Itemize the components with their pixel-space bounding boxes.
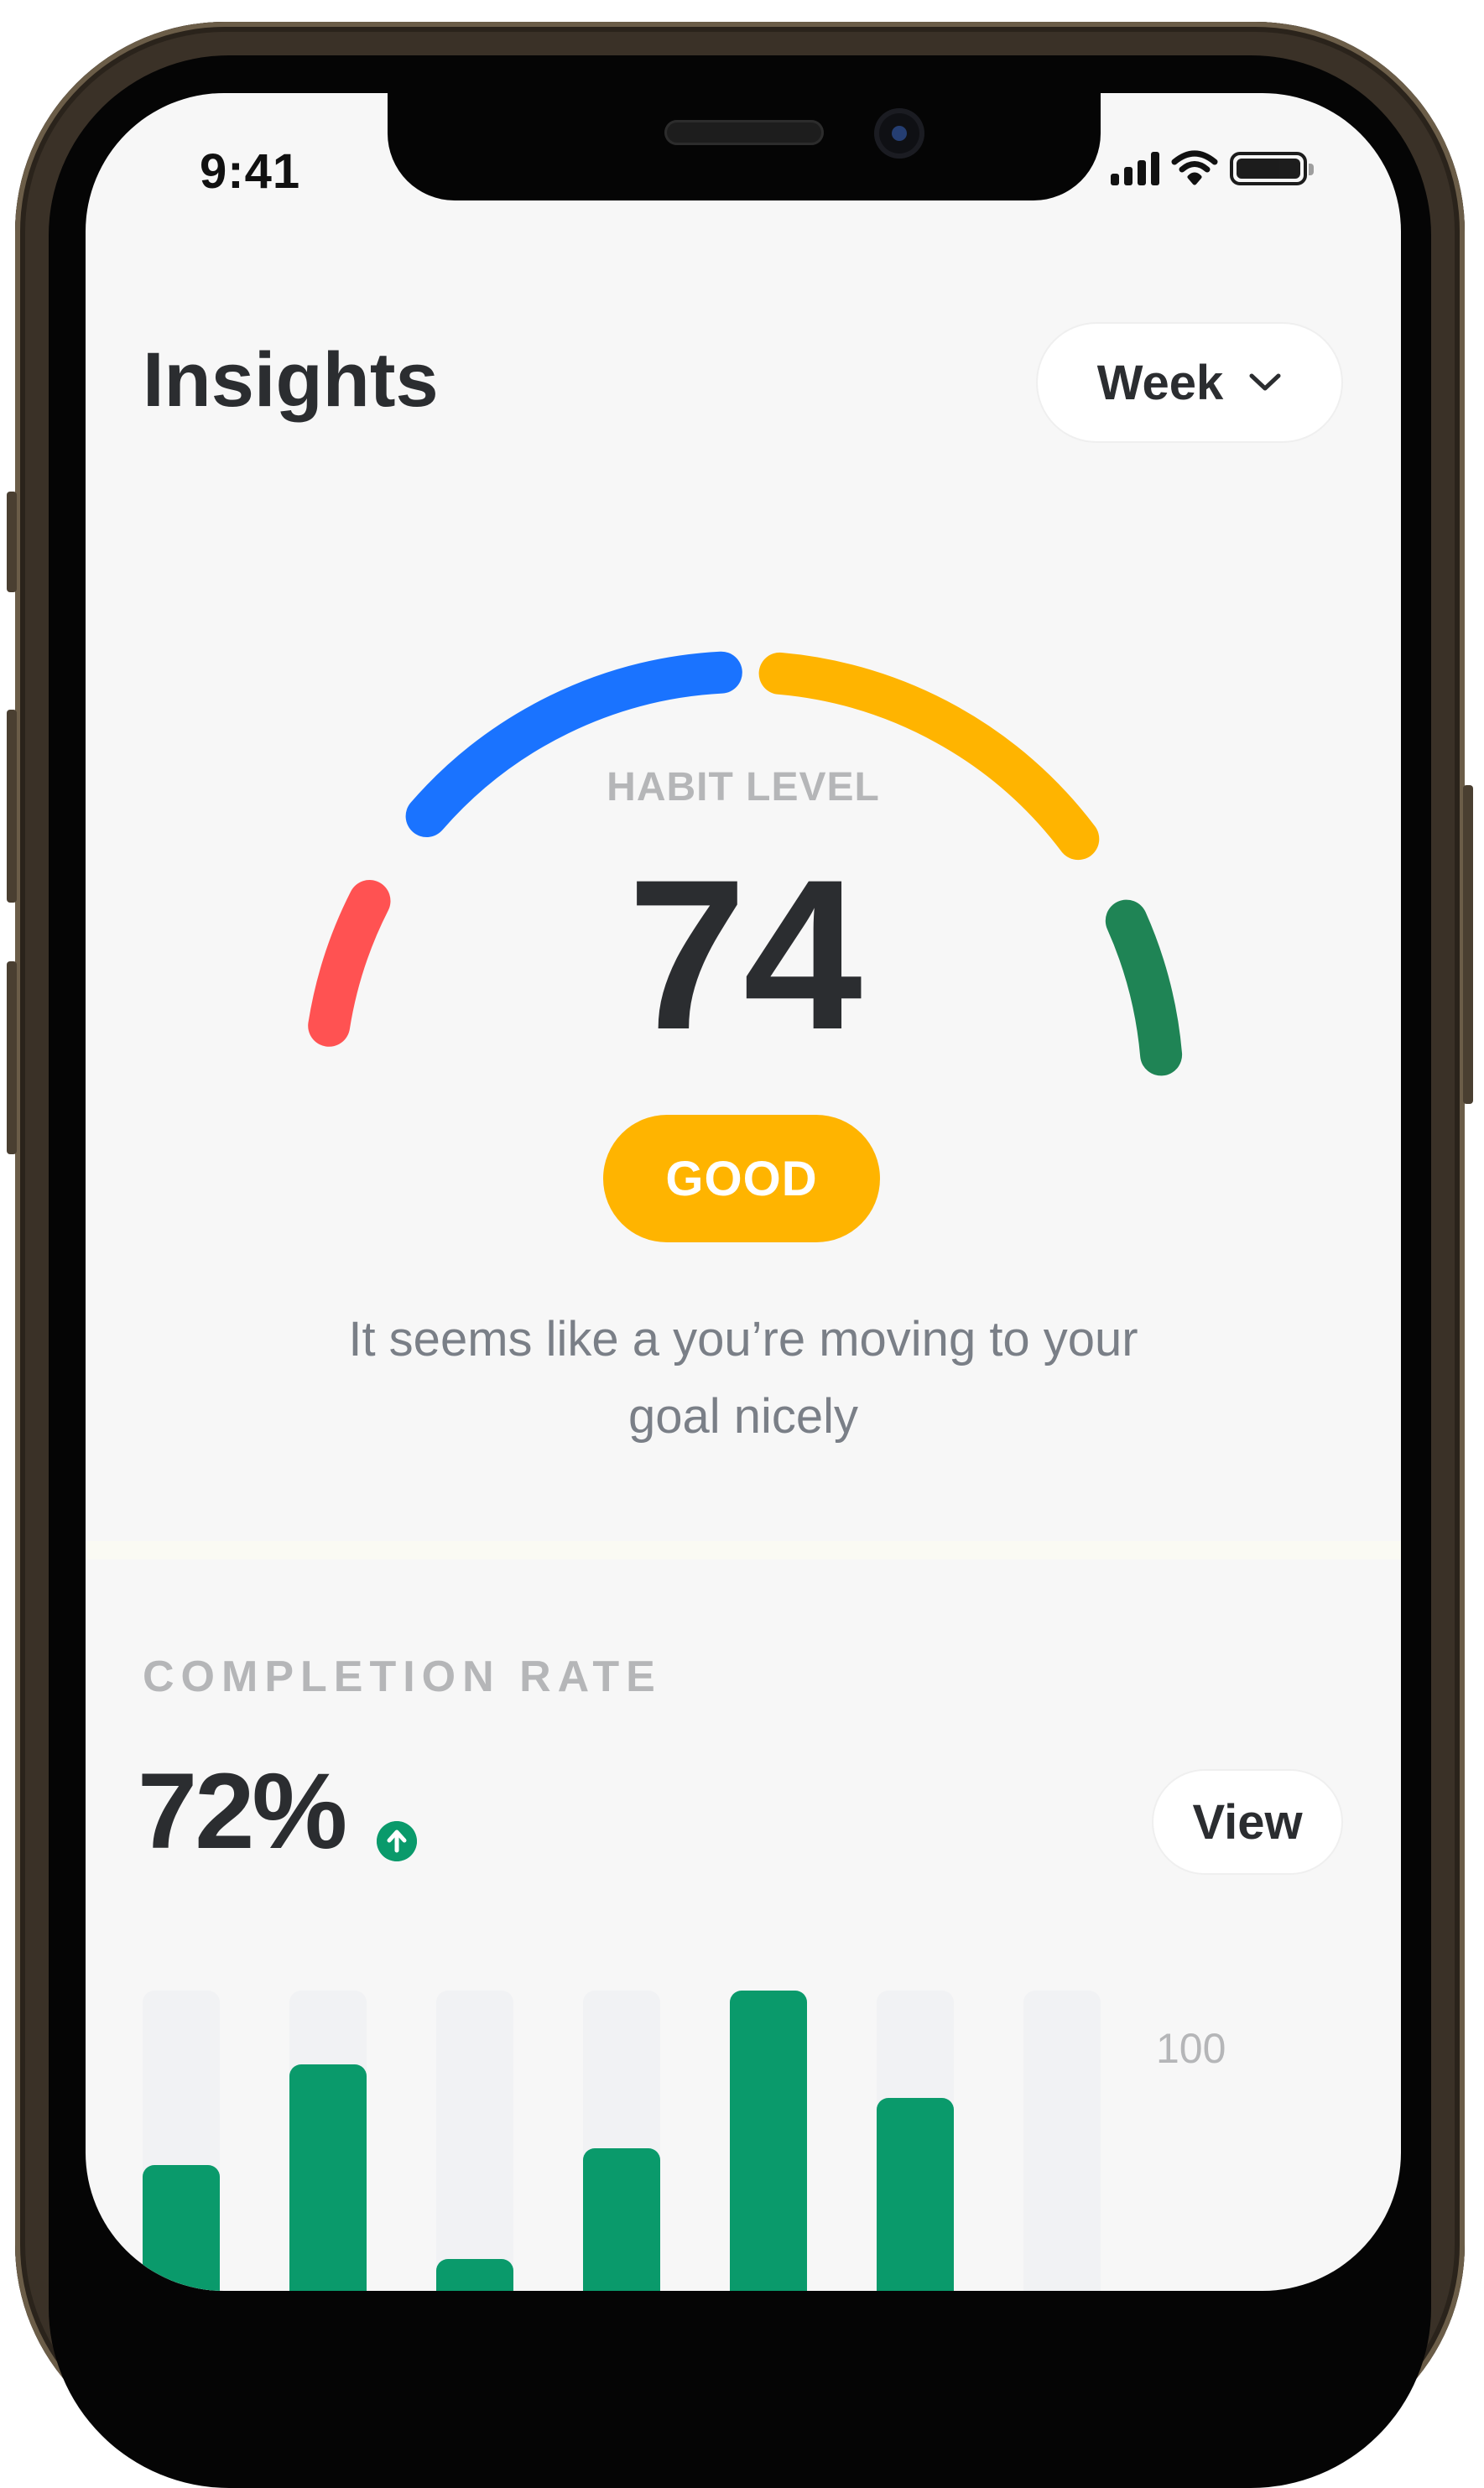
app-screen: 9:41 Insights Week HABIT LEVEL 74 GOOD I… — [86, 93, 1401, 2291]
phone-side-button — [1463, 785, 1473, 1104]
battery-icon — [1230, 152, 1314, 185]
speaker-grille — [664, 120, 824, 145]
front-camera — [874, 108, 924, 159]
status-time: 9:41 — [200, 144, 301, 199]
page-title: Insights — [143, 337, 439, 423]
view-button[interactable]: View — [1153, 1771, 1341, 1873]
y-axis-tick-label: 100 — [1156, 2025, 1226, 2072]
period-dropdown-value: Week — [1096, 355, 1224, 410]
bar-track — [436, 1991, 513, 2291]
gauge-label: HABIT LEVEL — [607, 765, 880, 809]
bar — [289, 2064, 367, 2291]
bar — [583, 2148, 660, 2291]
gauge-message: It seems like a you’re moving to your go… — [348, 1312, 1138, 1444]
cellular-signal-icon — [1111, 152, 1159, 185]
period-dropdown[interactable]: Week — [1038, 324, 1341, 441]
status-icons — [1111, 150, 1314, 187]
phone-side-button — [7, 710, 17, 903]
habit-level-value: 74 — [627, 835, 862, 1075]
arrow-up-circle-icon — [377, 1821, 417, 1861]
completion-rate-label: COMPLETION RATE — [143, 1653, 662, 1701]
chevron-down-icon — [1249, 373, 1281, 391]
bar-track — [1023, 1991, 1101, 2291]
bar — [143, 2165, 220, 2291]
wifi-icon — [1171, 150, 1218, 185]
section-divider — [86, 1541, 1401, 1559]
bar — [877, 2098, 954, 2291]
phone-side-button — [7, 961, 17, 1154]
status-badge: GOOD — [603, 1115, 880, 1242]
phone-side-button — [7, 492, 17, 592]
notch — [388, 93, 1101, 200]
bar — [730, 1991, 807, 2291]
bar — [436, 2259, 513, 2291]
gauge-segment — [758, 652, 1100, 861]
completion-rate-value: 72% — [138, 1751, 347, 1871]
